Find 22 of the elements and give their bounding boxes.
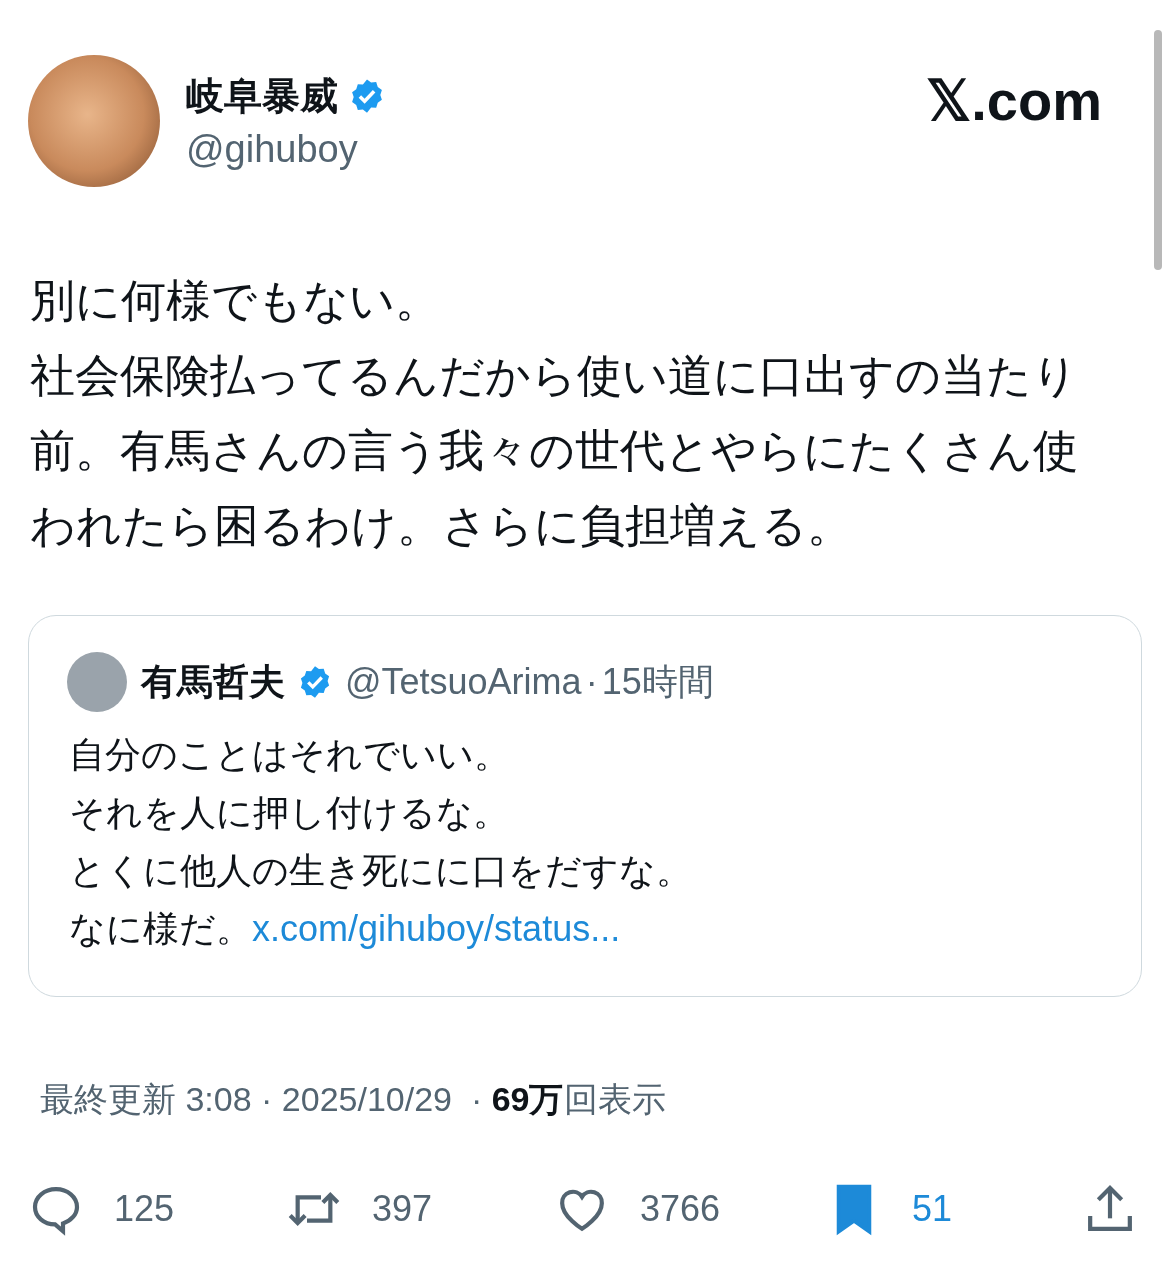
quoted-author-handle: @TetsuoArima xyxy=(345,661,582,703)
post-meta: 最終更新 3:08 · 2025/10/29 · 69万回表示 xyxy=(40,1079,667,1120)
action-count: 397 xyxy=(372,1188,433,1230)
separator-dot: · xyxy=(585,661,598,703)
post-text: 別に何様でもない。 xyxy=(30,274,441,328)
action-count: 3766 xyxy=(640,1188,721,1230)
author-name[interactable]: 岐阜暴威 xyxy=(186,73,338,119)
post-text: 社会保険払ってるんだから使い道に口出すの当たり前。有馬さんの言う我々の世代とやらにたくさん使われたら困るわけ。さらに負担増える。 xyxy=(30,349,1079,553)
action-count: 125 xyxy=(114,1188,175,1230)
quoted-post-card[interactable]: 有馬哲夫 @TetsuoArima·15時間 自分のことはそれでいい。 それを人に押し付けるな。 とくに他人の生き死にに口をだすな。 なに様だ。x.com/gihuboy/status... xyxy=(28,615,1142,997)
post-time: 15時間 xyxy=(601,659,714,704)
scrollbar[interactable] xyxy=(1154,30,1162,270)
action-count: 51 xyxy=(912,1188,953,1230)
avatar[interactable] xyxy=(67,652,127,712)
site-logo: 𝕏.com xyxy=(926,69,1102,133)
quoted-post-text: 自分のことはそれでいい。 xyxy=(69,733,511,777)
quoted-post-text: なに様だ。x.com/gihuboy/status... xyxy=(69,907,622,951)
status-link[interactable]: x.com/gihuboy/status... xyxy=(252,908,621,949)
quoted-author-name: 有馬哲夫 xyxy=(141,659,285,704)
quoted-post-text: とくに他人の生き死にに口をだすな。 xyxy=(69,849,693,893)
author-handle[interactable]: @gihuboy xyxy=(186,123,386,175)
quoted-post-text: それを人に押し付けるな。 xyxy=(69,791,510,835)
